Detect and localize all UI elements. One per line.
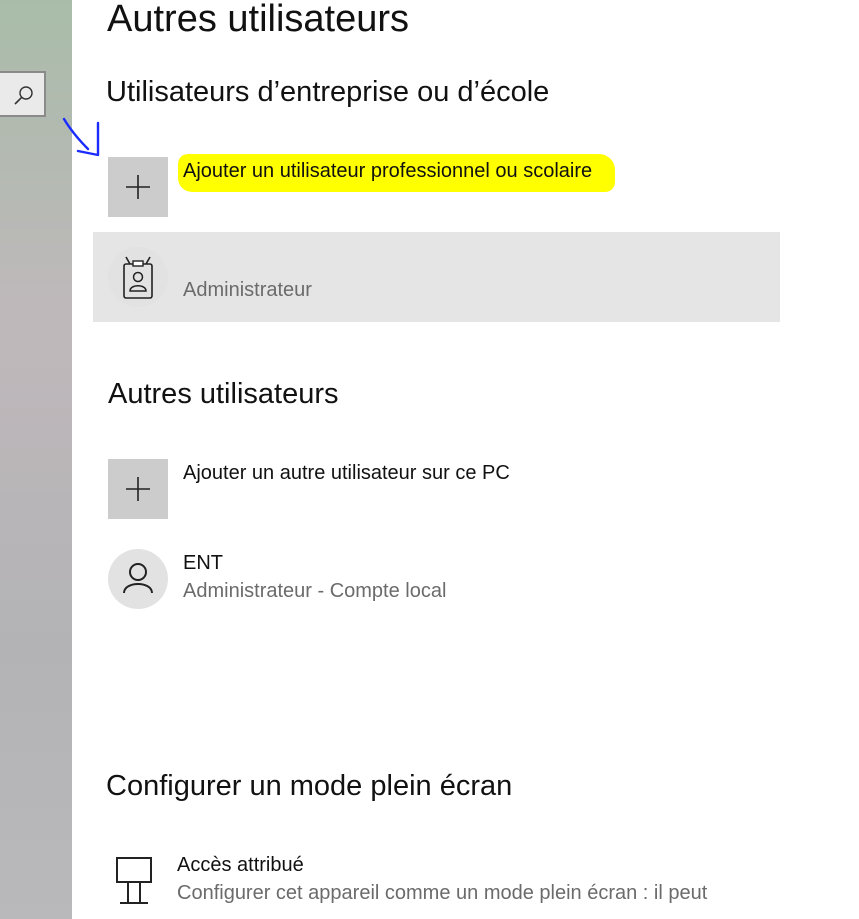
assigned-access-title[interactable]: Accès attribué	[177, 854, 304, 877]
user-avatar[interactable]	[108, 549, 168, 609]
annotation-arrow-icon	[62, 117, 100, 157]
user-name[interactable]: ENT	[183, 552, 223, 575]
id-badge-icon	[123, 256, 153, 299]
person-icon	[123, 563, 153, 594]
work-school-account-subtitle: Administrateur	[183, 279, 312, 301]
add-work-school-user-label[interactable]: Ajouter un utilisateur professionnel ou …	[183, 160, 592, 183]
kiosk-heading: Configurer un mode plein écran	[106, 770, 513, 802]
kiosk-icon[interactable]	[114, 856, 156, 906]
other-users-heading: Autres utilisateurs	[108, 378, 339, 410]
assigned-access-description: Configurer cet appareil comme un mode pl…	[177, 882, 708, 904]
user-subtitle: Administrateur - Compte local	[183, 580, 447, 602]
add-other-user-button[interactable]	[108, 459, 168, 519]
plus-icon	[126, 477, 150, 501]
search-icon	[14, 86, 33, 105]
add-other-user-label[interactable]: Ajouter un autre utilisateur sur ce PC	[183, 462, 510, 485]
work-school-heading: Utilisateurs d’entreprise ou d’école	[106, 76, 550, 108]
sidebar-search-button[interactable]	[0, 71, 46, 117]
plus-icon	[126, 175, 150, 199]
page-title: Autres utilisateurs	[107, 0, 410, 40]
add-work-school-user-button[interactable]	[108, 157, 168, 217]
id-badge-avatar	[108, 247, 168, 307]
work-school-account-row[interactable]: Administrateur	[93, 232, 780, 322]
